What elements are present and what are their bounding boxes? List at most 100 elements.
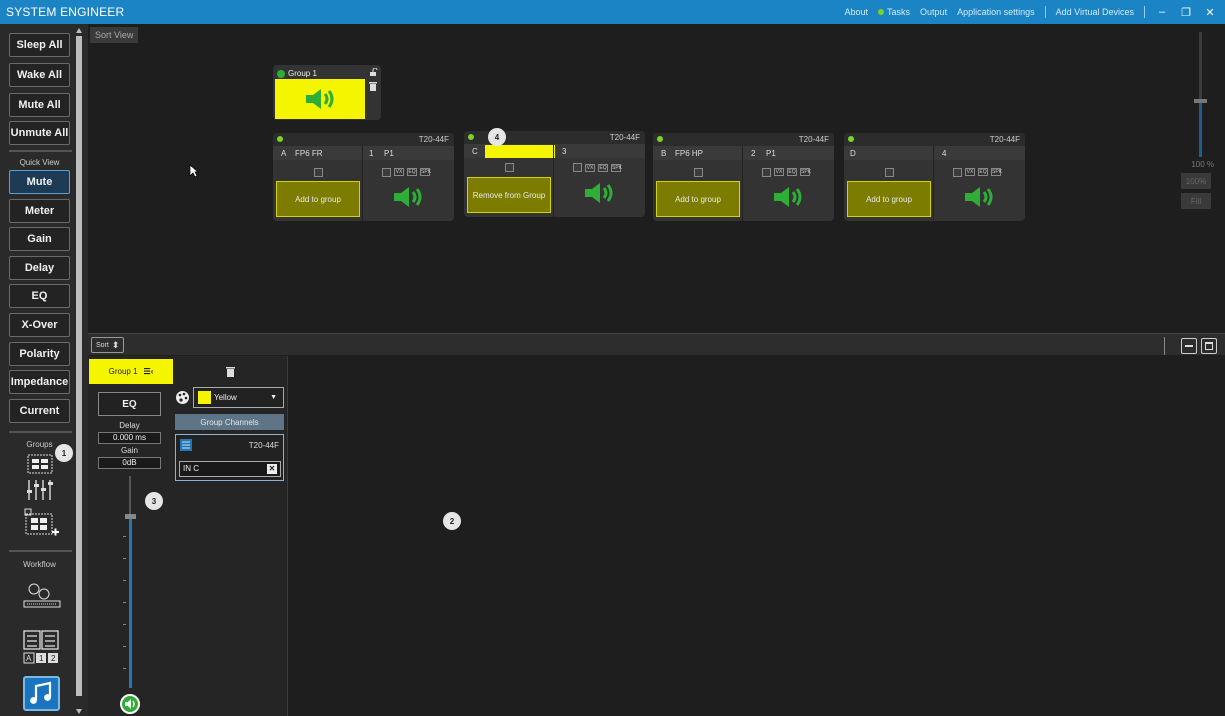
about-link[interactable]: About: [845, 7, 869, 17]
input-checkbox[interactable]: [694, 168, 703, 177]
app-title: SYSTEM ENGINEER: [6, 5, 125, 19]
view-polarity-button[interactable]: Polarity: [9, 342, 70, 366]
music-workflow-button[interactable]: [23, 676, 60, 711]
unmute-all-button[interactable]: Unmute All: [9, 121, 70, 145]
group-color-dropdown[interactable]: Yellow ▼: [193, 387, 284, 408]
add-to-group-button[interactable]: Add to group: [847, 181, 931, 217]
eq-mini-button[interactable]: EQ: [978, 168, 988, 176]
eq-mini-button[interactable]: EQ: [407, 168, 417, 176]
fader-tick: [123, 602, 126, 603]
device-channel-row: C 3: [464, 144, 645, 158]
eq-mini-button[interactable]: EQ: [598, 164, 608, 172]
tasks-link[interactable]: Tasks: [878, 7, 910, 17]
delay-value-field[interactable]: 0.000 ms: [98, 432, 161, 444]
view-eq-button[interactable]: EQ: [9, 284, 70, 308]
delete-group-icon[interactable]: [369, 81, 377, 91]
channel-layout-icon[interactable]: A 1 2: [22, 629, 62, 665]
device-card[interactable]: T20-44F A FP6 FR 1 P1 VX EQ SPK Add to g…: [273, 133, 454, 221]
vx-button[interactable]: VX: [965, 168, 975, 176]
zoom-fill-button[interactable]: Fill: [1181, 193, 1211, 209]
device-card[interactable]: T20-44F D 4 VX EQ SPK Add to group: [844, 133, 1025, 221]
zoom-100-button[interactable]: 100%: [1181, 173, 1211, 189]
view-current-button[interactable]: Current: [9, 399, 70, 423]
sort-button[interactable]: Sort ⬍: [91, 337, 125, 353]
scroll-thumb[interactable]: [76, 36, 82, 696]
add-to-group-button[interactable]: Add to group: [656, 181, 740, 217]
delete-group-icon[interactable]: [226, 366, 235, 377]
add-virtual-devices-link[interactable]: Add Virtual Devices: [1056, 7, 1134, 17]
output-checkbox[interactable]: [573, 163, 582, 172]
view-delay-button[interactable]: Delay: [9, 256, 70, 280]
group-faders-icon[interactable]: [25, 478, 57, 502]
scroll-down-icon[interactable]: [76, 709, 82, 714]
remove-channel-icon[interactable]: ✕: [267, 464, 277, 474]
vx-button[interactable]: VX: [774, 168, 784, 176]
delay-label: Delay: [119, 421, 140, 430]
fader-tick: [123, 536, 126, 537]
unlock-icon[interactable]: [369, 68, 378, 76]
view-impedance-button[interactable]: Impedance: [9, 370, 70, 394]
eq-mini-button[interactable]: EQ: [787, 168, 797, 176]
gain-value-field[interactable]: 0dB: [98, 457, 161, 469]
add-group-icon[interactable]: [24, 508, 60, 540]
speaker-icon[interactable]: [772, 185, 804, 209]
speaker-icon[interactable]: [583, 181, 615, 205]
zoom-slider-handle[interactable]: [1194, 99, 1207, 103]
group-eq-button[interactable]: EQ: [98, 392, 161, 416]
vx-button[interactable]: VX: [585, 164, 595, 172]
group-mute-button[interactable]: [120, 694, 140, 714]
scroll-up-icon[interactable]: [76, 28, 82, 33]
minimize-panel-button[interactable]: [1181, 338, 1197, 354]
input-checkbox[interactable]: [885, 168, 894, 177]
input-checkbox[interactable]: [505, 163, 514, 172]
sleep-all-button[interactable]: Sleep All: [9, 33, 70, 57]
minimize-icon[interactable]: ‒: [1155, 6, 1169, 18]
zoom-slider-fill: [1199, 102, 1202, 157]
speaker-icon[interactable]: [963, 185, 995, 209]
group-view-icon[interactable]: [27, 454, 53, 474]
view-meter-button[interactable]: Meter: [9, 199, 70, 223]
group-card[interactable]: Group 1: [273, 65, 381, 120]
view-xover-button[interactable]: X-Over: [9, 313, 70, 337]
sort-view-button[interactable]: Sort View: [90, 27, 139, 43]
maximize-panel-button[interactable]: [1201, 338, 1217, 354]
device-status-led: [848, 136, 854, 142]
svg-text:1: 1: [39, 654, 44, 663]
speaker-mini-button[interactable]: SPK: [420, 168, 431, 176]
speaker-mini-button[interactable]: SPK: [800, 168, 811, 176]
wake-all-button[interactable]: Wake All: [9, 63, 70, 87]
group-status-dot: [277, 69, 285, 78]
output-checkbox[interactable]: [382, 168, 391, 177]
output-number: 3: [562, 147, 567, 156]
callout-3: 3: [145, 492, 163, 510]
view-mute-button[interactable]: Mute: [9, 170, 70, 194]
speaker-mini-button[interactable]: SPK: [611, 164, 622, 172]
group-channels-button[interactable]: Group Channels: [175, 414, 284, 430]
card-divider: [362, 146, 363, 221]
vx-button[interactable]: VX: [394, 168, 404, 176]
group-tab[interactable]: Group 1 ☰‹: [89, 359, 173, 384]
collapse-list-icon[interactable]: ☰‹: [144, 367, 154, 376]
sidebar-scrollbar[interactable]: [75, 28, 83, 714]
speaker-mini-button[interactable]: SPK: [991, 168, 1002, 176]
speaker-icon[interactable]: [392, 185, 424, 209]
output-checkbox[interactable]: [762, 168, 771, 177]
gain-fader-handle[interactable]: [125, 514, 136, 519]
application-settings-link[interactable]: Application settings: [957, 7, 1035, 17]
tasks-label: Tasks: [887, 7, 911, 17]
output-checkbox[interactable]: [953, 168, 962, 177]
remove-from-group-button[interactable]: Remove from Group: [467, 177, 551, 213]
add-to-group-button[interactable]: Add to group: [276, 181, 360, 217]
restore-icon[interactable]: ❐: [1179, 6, 1193, 19]
sort-label: Sort: [96, 341, 109, 349]
card-divider: [933, 146, 934, 221]
input-checkbox[interactable]: [314, 168, 323, 177]
mute-all-button[interactable]: Mute All: [9, 93, 70, 117]
device-card[interactable]: T20-44F B FP6 HP 2 P1 VX EQ SPK Add to g…: [653, 133, 834, 221]
device-settings-icon[interactable]: [22, 581, 62, 609]
group-mute-toggle[interactable]: [275, 79, 365, 119]
view-gain-button[interactable]: Gain: [9, 227, 70, 251]
output-link[interactable]: Output: [920, 7, 947, 17]
close-icon[interactable]: ✕: [1203, 6, 1217, 19]
group-tab-label: Group 1: [108, 367, 138, 376]
